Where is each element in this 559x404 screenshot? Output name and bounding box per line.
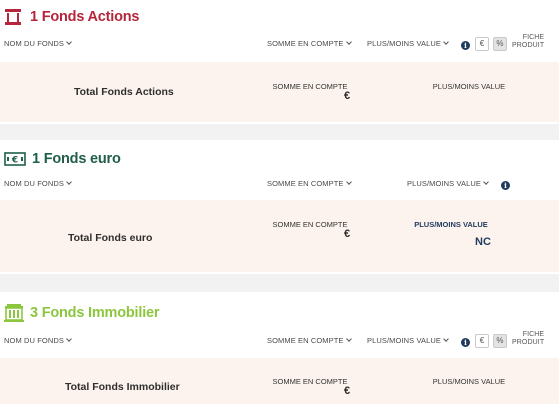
- column-label: SOMME EN COMPTE: [267, 336, 344, 345]
- gain-label: PLUS/MOINS VALUE: [432, 82, 506, 91]
- section-fonds-immobilier: 3 Fonds Immobilier NOM DU FONDS SOMME EN…: [0, 292, 559, 404]
- amount-value: €: [343, 228, 351, 240]
- fiche-produit-header: FICHE PRODUIT: [512, 331, 544, 347]
- sort-plus-moins-value[interactable]: PLUS/MOINS VALUE: [367, 336, 449, 345]
- section-title: 1 Fonds Actions: [30, 9, 140, 25]
- fiche-line-2: PRODUIT: [512, 339, 545, 346]
- euro-toggle[interactable]: €: [475, 334, 489, 348]
- total-label: Total Fonds Actions: [74, 86, 174, 98]
- section-title: 1 Fonds euro: [32, 151, 121, 167]
- chevron-down-icon: [483, 179, 489, 185]
- chevron-down-icon: [443, 336, 449, 342]
- section-fonds-actions: 1 Fonds Actions NOM DU FONDS SOMME EN CO…: [0, 0, 559, 124]
- column-label: NOM DU FONDS: [4, 39, 64, 48]
- chevron-down-icon: [345, 39, 352, 45]
- percent-toggle[interactable]: %: [493, 37, 507, 51]
- column-header-row: NOM DU FONDS SOMME EN COMPTE PLUS/MOINS …: [0, 34, 559, 52]
- sort-somme-en-compte[interactable]: SOMME EN COMPTE: [267, 179, 352, 188]
- sort-nom-du-fonds[interactable]: NOM DU FONDS: [4, 179, 72, 188]
- total-label: Total Fonds euro: [68, 232, 153, 244]
- chevron-down-icon: [66, 179, 72, 185]
- gain-value: NC: [475, 236, 491, 248]
- fiche-produit-header: FICHE PRODUIT: [512, 34, 544, 50]
- sort-somme-en-compte[interactable]: SOMME EN COMPTE: [267, 336, 352, 345]
- gain-label: PLUS/MOINS VALUE: [414, 220, 488, 229]
- chevron-down-icon: [345, 336, 352, 342]
- euro-toggle[interactable]: €: [475, 37, 489, 51]
- column-label: NOM DU FONDS: [4, 336, 64, 345]
- total-panel: Total Fonds Actions SOMME EN COMPTE € PL…: [0, 62, 559, 122]
- fiche-line-1: FICHE: [522, 331, 545, 338]
- info-icon[interactable]: i: [461, 338, 470, 347]
- chevron-down-icon: [345, 179, 352, 185]
- sort-plus-moins-value[interactable]: PLUS/MOINS VALUE: [407, 179, 489, 188]
- building-columns-icon: [4, 8, 22, 26]
- amount-value: €: [343, 385, 351, 397]
- section-header: 1 Fonds Actions: [4, 8, 139, 26]
- column-header-row: NOM DU FONDS SOMME EN COMPTE PLUS/MOINS …: [0, 331, 559, 349]
- section-header: € 1 Fonds euro: [4, 151, 121, 167]
- total-panel: Total Fonds euro SOMME EN COMPTE € PLUS/…: [0, 200, 559, 272]
- section-title: 3 Fonds Immobilier: [30, 305, 160, 321]
- chevron-down-icon: [443, 39, 449, 45]
- section-header: 3 Fonds Immobilier: [4, 303, 160, 323]
- office-building-icon: [4, 303, 24, 323]
- column-label: SOMME EN COMPTE: [267, 179, 344, 188]
- sort-plus-moins-value[interactable]: PLUS/MOINS VALUE: [367, 39, 449, 48]
- info-icon[interactable]: i: [461, 41, 470, 50]
- column-label: PLUS/MOINS VALUE: [367, 39, 441, 48]
- fiche-line-2: PRODUIT: [512, 42, 545, 49]
- column-label: NOM DU FONDS: [4, 179, 64, 188]
- column-label: PLUS/MOINS VALUE: [407, 179, 481, 188]
- section-fonds-euro: € 1 Fonds euro NOM DU FONDS SOMME EN COM…: [0, 140, 559, 274]
- fiche-line-1: FICHE: [522, 34, 545, 41]
- total-label: Total Fonds Immobilier: [65, 381, 180, 393]
- chevron-down-icon: [66, 336, 72, 342]
- sort-somme-en-compte[interactable]: SOMME EN COMPTE: [267, 39, 352, 48]
- sort-nom-du-fonds[interactable]: NOM DU FONDS: [4, 336, 72, 345]
- info-icon[interactable]: i: [501, 181, 510, 190]
- total-panel: Total Fonds Immobilier SOMME EN COMPTE €…: [0, 358, 559, 404]
- svg-text:€: €: [11, 156, 18, 166]
- euro-banknote-icon: €: [4, 152, 26, 166]
- chevron-down-icon: [66, 39, 72, 45]
- column-label: SOMME EN COMPTE: [267, 39, 344, 48]
- column-header-row: NOM DU FONDS SOMME EN COMPTE PLUS/MOINS …: [0, 176, 559, 192]
- column-label: PLUS/MOINS VALUE: [367, 336, 441, 345]
- amount-value: €: [343, 90, 351, 102]
- percent-toggle[interactable]: %: [493, 334, 507, 348]
- sort-nom-du-fonds[interactable]: NOM DU FONDS: [4, 39, 72, 48]
- gain-label: PLUS/MOINS VALUE: [432, 377, 506, 386]
